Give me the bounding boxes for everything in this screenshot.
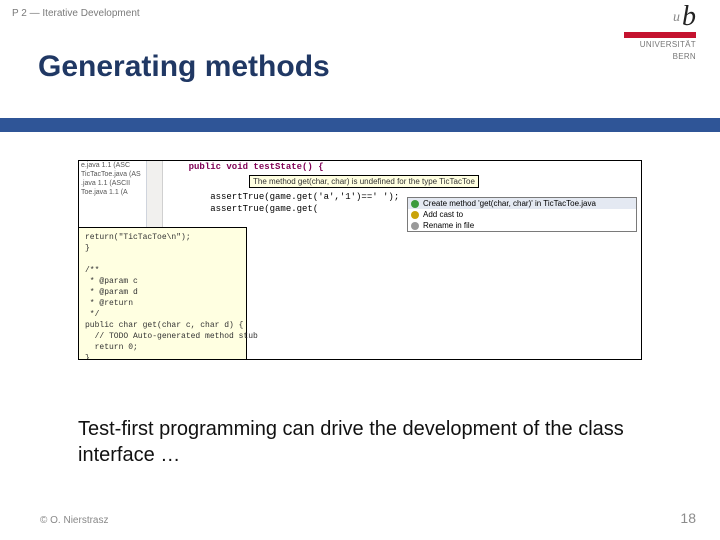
code-line: public void testState() { bbox=[163, 161, 641, 173]
logo-text-line1: UNIVERSITÄT bbox=[616, 40, 696, 50]
slide: P 2 — Iterative Development Generating m… bbox=[0, 0, 720, 540]
breadcrumb: P 2 — Iterative Development bbox=[12, 8, 140, 19]
logo-red-bar bbox=[624, 32, 696, 38]
logo-u-glyph: u bbox=[673, 10, 680, 26]
header: P 2 — Iterative Development Generating m… bbox=[0, 0, 720, 120]
file-entry: TicTacToe.java (AS bbox=[79, 170, 146, 179]
plus-icon bbox=[411, 200, 419, 208]
footer-copyright: © O. Nierstrasz bbox=[40, 515, 109, 526]
quick-fix-item-rename[interactable]: Rename in file bbox=[408, 220, 636, 231]
quick-fix-label: Rename in file bbox=[423, 221, 474, 230]
quick-fix-popup[interactable]: Create method 'get(char, char)' in TicTa… bbox=[407, 197, 637, 232]
page-number: 18 bbox=[680, 510, 696, 526]
file-entry: .java 1.1 (ASCII bbox=[79, 179, 146, 188]
logo-text-line2: BERN bbox=[616, 52, 696, 62]
javadoc-hover: return("TicTacToe\n"); } /** * @param c … bbox=[79, 227, 247, 360]
logo-b-glyph: b bbox=[682, 6, 696, 28]
university-logo: ub UNIVERSITÄT BERN bbox=[616, 6, 696, 62]
keyword: public void testState() { bbox=[167, 162, 324, 172]
quick-fix-item-add-cast[interactable]: Add cast to bbox=[408, 209, 636, 220]
logo-monogram: ub bbox=[616, 6, 696, 30]
page-title: Generating methods bbox=[38, 50, 330, 84]
error-tooltip: The method get(char, char) is undefined … bbox=[249, 175, 479, 188]
body-caption: Test-first programming can drive the dev… bbox=[78, 416, 638, 468]
ide-screenshot: e.java 1.1 (ASC TicTacToe.java (AS .java… bbox=[78, 160, 642, 360]
quick-fix-label: Create method 'get(char, char)' in TicTa… bbox=[423, 199, 596, 208]
quick-fix-item-create-method[interactable]: Create method 'get(char, char)' in TicTa… bbox=[408, 198, 636, 209]
divider-strip bbox=[0, 118, 720, 132]
file-entry: Toe.java 1.1 (A bbox=[79, 188, 146, 197]
lightbulb-icon bbox=[411, 211, 419, 219]
file-entry: e.java 1.1 (ASC bbox=[79, 161, 146, 170]
quick-fix-label: Add cast to bbox=[423, 210, 463, 219]
rename-icon bbox=[411, 222, 419, 230]
